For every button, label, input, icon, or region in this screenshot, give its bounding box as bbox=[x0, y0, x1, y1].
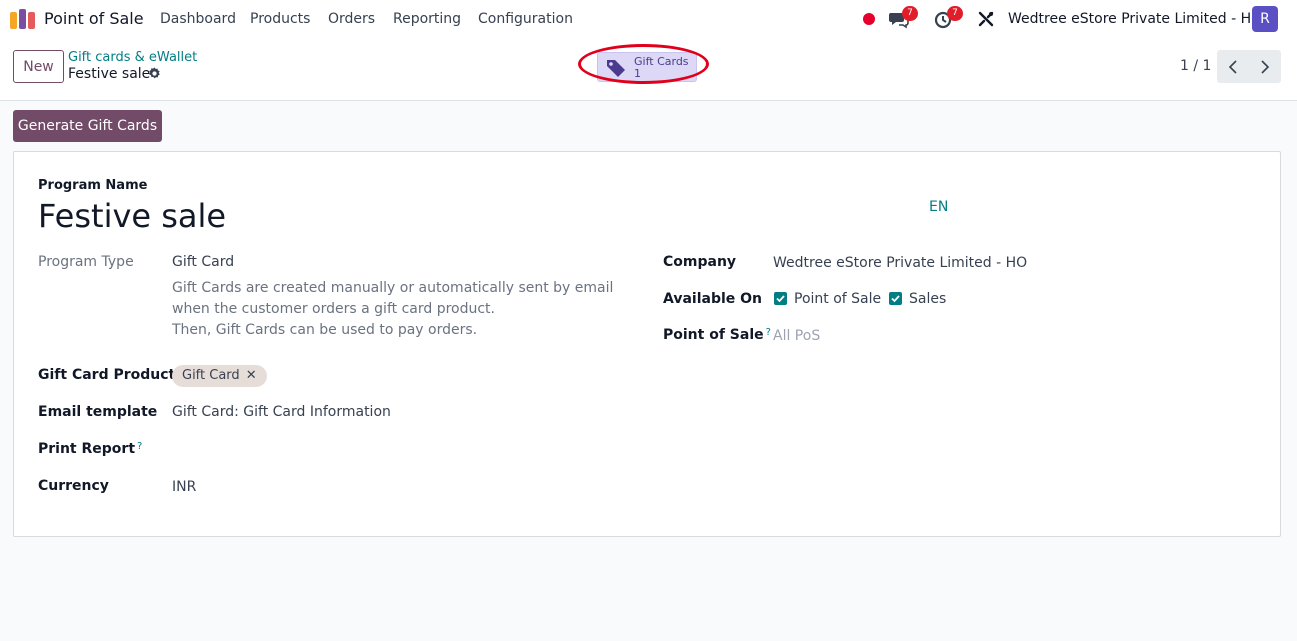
gear-icon[interactable] bbox=[148, 67, 161, 80]
program-type-description: Gift Cards are created manually or autom… bbox=[172, 278, 642, 341]
breadcrumb-current-record: Festive sale bbox=[68, 66, 151, 82]
menu-reporting[interactable]: Reporting bbox=[393, 11, 461, 27]
user-avatar[interactable]: R bbox=[1252, 6, 1278, 32]
point-of-sale-label: Point of Sale? bbox=[663, 327, 771, 343]
gift-cards-smart-button[interactable]: Gift Cards 1 bbox=[597, 52, 697, 82]
tags-icon bbox=[607, 60, 625, 77]
language-toggle[interactable]: EN bbox=[929, 199, 948, 215]
gift-card-products-label: Gift Card Products bbox=[38, 367, 184, 383]
point-of-sale-checkbox-label[interactable]: Point of Sale bbox=[794, 291, 881, 307]
smart-button-label: Gift Cards bbox=[634, 55, 689, 68]
print-report-label: Print Report? bbox=[38, 441, 142, 457]
new-button[interactable]: New bbox=[13, 50, 64, 83]
currency-field[interactable]: INR bbox=[172, 479, 196, 495]
point-of-sale-checkbox[interactable] bbox=[774, 292, 787, 305]
pager-next-button[interactable] bbox=[1249, 50, 1281, 83]
program-type-description-line-2: Then, Gift Cards can be used to pay orde… bbox=[172, 322, 478, 338]
recording-indicator-icon[interactable] bbox=[863, 13, 875, 25]
company-switcher[interactable]: Wedtree eStore Private Limited - HO bbox=[1008, 11, 1262, 27]
form-sheet: Program Name Festive sale EN Program Typ… bbox=[13, 151, 1281, 537]
email-template-label: Email template bbox=[38, 404, 158, 420]
messages-count-badge: 7 bbox=[902, 6, 918, 21]
currency-label: Currency bbox=[38, 478, 109, 494]
control-panel: New Gift cards & eWallet Festive sale Gi… bbox=[0, 38, 1297, 101]
chevron-right-icon bbox=[1261, 59, 1270, 74]
available-on-label: Available On bbox=[663, 291, 763, 307]
gift-card-product-tag-label: Gift Card bbox=[182, 368, 240, 383]
tools-icon bbox=[978, 11, 994, 27]
app-name[interactable]: Point of Sale bbox=[44, 9, 144, 28]
program-type-value[interactable]: Gift Card bbox=[172, 254, 234, 270]
menu-configuration[interactable]: Configuration bbox=[478, 11, 573, 27]
help-icon[interactable]: ? bbox=[766, 327, 771, 338]
program-name-field[interactable]: Festive sale bbox=[38, 197, 226, 235]
email-template-field[interactable]: Gift Card: Gift Card Information bbox=[172, 404, 391, 420]
top-navbar: Point of Sale Dashboard Products Orders … bbox=[0, 0, 1297, 38]
program-type-label: Program Type bbox=[38, 254, 134, 270]
activities-count-badge: 7 bbox=[947, 6, 963, 21]
sales-checkbox[interactable] bbox=[889, 292, 902, 305]
debug-tools-button[interactable] bbox=[977, 10, 995, 32]
point-of-sale-field[interactable]: All PoS bbox=[773, 328, 820, 344]
checkmark-icon bbox=[776, 295, 785, 303]
pos-app-logo-icon[interactable] bbox=[10, 9, 36, 29]
pager-previous-button[interactable] bbox=[1217, 50, 1249, 83]
close-icon[interactable]: ✕ bbox=[246, 368, 257, 383]
program-name-label: Program Name bbox=[38, 178, 148, 193]
program-type-description-line-1: Gift Cards are created manually or autom… bbox=[172, 280, 614, 317]
menu-dashboard[interactable]: Dashboard bbox=[160, 11, 236, 27]
generate-gift-cards-button[interactable]: Generate Gift Cards bbox=[13, 110, 162, 142]
print-report-label-text: Print Report bbox=[38, 441, 136, 457]
menu-orders[interactable]: Orders bbox=[328, 11, 375, 27]
menu-products[interactable]: Products bbox=[250, 11, 310, 27]
point-of-sale-label-text: Point of Sale bbox=[663, 327, 764, 343]
company-field[interactable]: Wedtree eStore Private Limited - HO bbox=[773, 255, 1027, 271]
smart-button-count: 1 bbox=[634, 67, 641, 80]
company-label: Company bbox=[663, 254, 737, 270]
chevron-left-icon bbox=[1228, 59, 1237, 74]
pager-value[interactable]: 1 / 1 bbox=[1180, 58, 1211, 74]
checkmark-icon bbox=[891, 295, 900, 303]
gift-card-product-tag: Gift Card ✕ bbox=[172, 365, 267, 387]
help-icon[interactable]: ? bbox=[137, 441, 142, 452]
breadcrumb-gift-cards-ewallet[interactable]: Gift cards & eWallet bbox=[68, 50, 197, 65]
sales-checkbox-label[interactable]: Sales bbox=[909, 291, 946, 307]
